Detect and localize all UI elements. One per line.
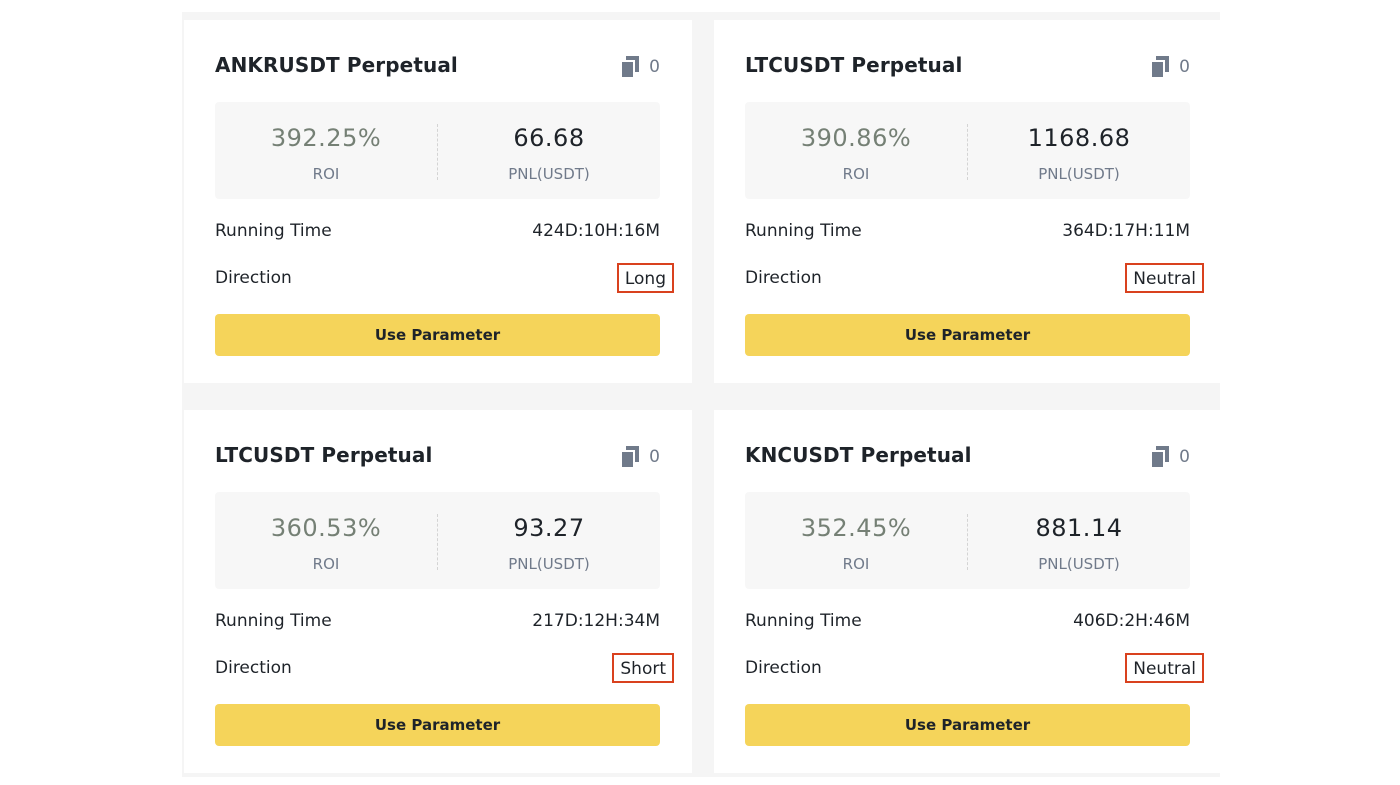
copy-count: 0 bbox=[649, 447, 660, 467]
roi-value: 390.86% bbox=[800, 124, 912, 152]
direction-value: Neutral bbox=[1125, 263, 1204, 293]
running-time-value: 424D:10H:16M bbox=[532, 221, 660, 241]
pnl-stat: 881.14 PNL(USDT) bbox=[968, 492, 1190, 589]
copy-counter[interactable]: 0 bbox=[1151, 56, 1190, 78]
pnl-label: PNL(USDT) bbox=[508, 165, 590, 183]
direction-value: Neutral bbox=[1125, 653, 1204, 683]
pnl-value: 881.14 bbox=[1035, 514, 1123, 542]
running-time-row: Running Time 364D:17H:11M bbox=[745, 219, 1190, 247]
stats-box: 360.53% ROI 93.27 PNL(USDT) bbox=[215, 492, 660, 589]
running-time-label: Running Time bbox=[215, 611, 332, 631]
use-parameter-button[interactable]: Use Parameter bbox=[745, 314, 1190, 356]
copy-counter[interactable]: 0 bbox=[621, 446, 660, 468]
strategy-card: LTCUSDT Perpetual 0 390.86% ROI 1168.68 … bbox=[714, 20, 1222, 383]
copy-counter[interactable]: 0 bbox=[1151, 446, 1190, 468]
pnl-label: PNL(USDT) bbox=[1038, 165, 1120, 183]
pnl-stat: 66.68 PNL(USDT) bbox=[438, 102, 660, 199]
use-parameter-button[interactable]: Use Parameter bbox=[215, 314, 660, 356]
stats-box: 352.45% ROI 881.14 PNL(USDT) bbox=[745, 492, 1190, 589]
roi-stat: 352.45% ROI bbox=[745, 492, 967, 589]
running-time-label: Running Time bbox=[215, 221, 332, 241]
card-title: ANKRUSDT Perpetual bbox=[215, 53, 458, 77]
running-time-row: Running Time 424D:10H:16M bbox=[215, 219, 660, 247]
roi-stat: 392.25% ROI bbox=[215, 102, 437, 199]
stats-box: 390.86% ROI 1168.68 PNL(USDT) bbox=[745, 102, 1190, 199]
roi-stat: 390.86% ROI bbox=[745, 102, 967, 199]
copy-icon bbox=[1151, 446, 1170, 468]
strategy-card: ANKRUSDT Perpetual 0 392.25% ROI 66.68 P… bbox=[184, 20, 692, 383]
running-time-row: Running Time 217D:12H:34M bbox=[215, 609, 660, 637]
card-title: LTCUSDT Perpetual bbox=[745, 53, 963, 77]
roi-label: ROI bbox=[312, 165, 340, 183]
strategy-card: KNCUSDT Perpetual 0 352.45% ROI 881.14 P… bbox=[714, 410, 1222, 773]
card-title: KNCUSDT Perpetual bbox=[745, 443, 972, 467]
running-time-label: Running Time bbox=[745, 221, 862, 241]
roi-label: ROI bbox=[842, 165, 870, 183]
copy-count: 0 bbox=[649, 57, 660, 77]
copy-icon bbox=[621, 446, 640, 468]
pnl-stat: 1168.68 PNL(USDT) bbox=[968, 102, 1190, 199]
direction-label: Direction bbox=[215, 658, 292, 678]
pnl-value: 1168.68 bbox=[1027, 124, 1131, 152]
roi-value: 352.45% bbox=[800, 514, 912, 542]
pnl-value: 66.68 bbox=[513, 124, 585, 152]
card-title: LTCUSDT Perpetual bbox=[215, 443, 433, 467]
running-time-label: Running Time bbox=[745, 611, 862, 631]
running-time-row: Running Time 406D:2H:46M bbox=[745, 609, 1190, 637]
direction-row: Direction Short bbox=[215, 653, 674, 684]
direction-row: Direction Neutral bbox=[745, 263, 1204, 294]
running-time-value: 364D:17H:11M bbox=[1062, 221, 1190, 241]
pnl-value: 93.27 bbox=[513, 514, 585, 542]
direction-label: Direction bbox=[215, 268, 292, 288]
pnl-stat: 93.27 PNL(USDT) bbox=[438, 492, 660, 589]
copy-icon bbox=[1151, 56, 1170, 78]
copy-count: 0 bbox=[1179, 57, 1190, 77]
copy-icon bbox=[621, 56, 640, 78]
roi-label: ROI bbox=[312, 555, 340, 573]
stats-box: 392.25% ROI 66.68 PNL(USDT) bbox=[215, 102, 660, 199]
direction-row: Direction Long bbox=[215, 263, 674, 294]
direction-label: Direction bbox=[745, 658, 822, 678]
direction-value: Long bbox=[616, 263, 674, 293]
strategy-card: LTCUSDT Perpetual 0 360.53% ROI 93.27 PN… bbox=[184, 410, 692, 773]
roi-stat: 360.53% ROI bbox=[215, 492, 437, 589]
use-parameter-button[interactable]: Use Parameter bbox=[745, 704, 1190, 746]
pnl-label: PNL(USDT) bbox=[508, 555, 590, 573]
roi-value: 360.53% bbox=[270, 514, 382, 542]
use-parameter-button[interactable]: Use Parameter bbox=[215, 704, 660, 746]
roi-value: 392.25% bbox=[270, 124, 382, 152]
pnl-label: PNL(USDT) bbox=[1038, 555, 1120, 573]
copy-counter[interactable]: 0 bbox=[621, 56, 660, 78]
running-time-value: 217D:12H:34M bbox=[532, 611, 660, 631]
running-time-value: 406D:2H:46M bbox=[1073, 611, 1190, 631]
direction-row: Direction Neutral bbox=[745, 653, 1204, 684]
roi-label: ROI bbox=[842, 555, 870, 573]
direction-value: Short bbox=[612, 653, 674, 683]
direction-label: Direction bbox=[745, 268, 822, 288]
copy-count: 0 bbox=[1179, 447, 1190, 467]
